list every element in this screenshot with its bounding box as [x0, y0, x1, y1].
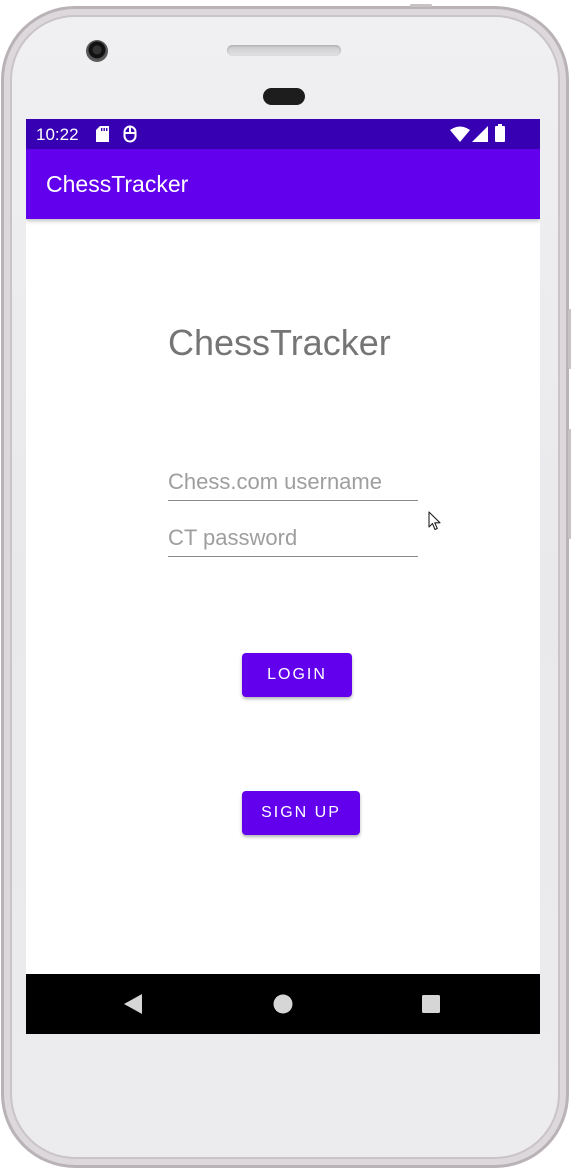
app-bar: ChessTracker	[26, 149, 540, 219]
recents-icon[interactable]	[422, 995, 440, 1018]
status-time: 10:22	[36, 125, 79, 144]
login-button[interactable]: LOGIN	[242, 653, 352, 697]
username-input[interactable]	[168, 467, 418, 501]
wifi-icon	[450, 126, 470, 147]
mouse-cursor-icon	[428, 511, 442, 536]
page-title: ChessTracker	[168, 322, 391, 363]
signup-button[interactable]: SIGN UP	[242, 791, 360, 835]
app-bar-title: ChessTracker	[46, 171, 189, 197]
front-camera	[86, 40, 108, 62]
earpiece-speaker	[227, 45, 341, 56]
back-icon[interactable]	[124, 994, 142, 1019]
status-bar: 10:22	[26, 119, 540, 149]
navigation-bar	[26, 974, 540, 1034]
top-notch-button	[410, 4, 432, 7]
password-input[interactable]	[168, 523, 418, 557]
signal-icon	[472, 126, 488, 147]
sd-card-icon	[96, 126, 109, 147]
login-form: ChessTracker LOGIN SIGN UP	[26, 219, 540, 974]
proximity-sensor	[263, 88, 305, 105]
home-icon[interactable]	[273, 994, 293, 1019]
usb-icon	[123, 125, 137, 148]
battery-icon	[495, 124, 505, 147]
device-screen: 10:22 ChessTracker ChessTracker Chess.co…	[26, 119, 540, 1034]
